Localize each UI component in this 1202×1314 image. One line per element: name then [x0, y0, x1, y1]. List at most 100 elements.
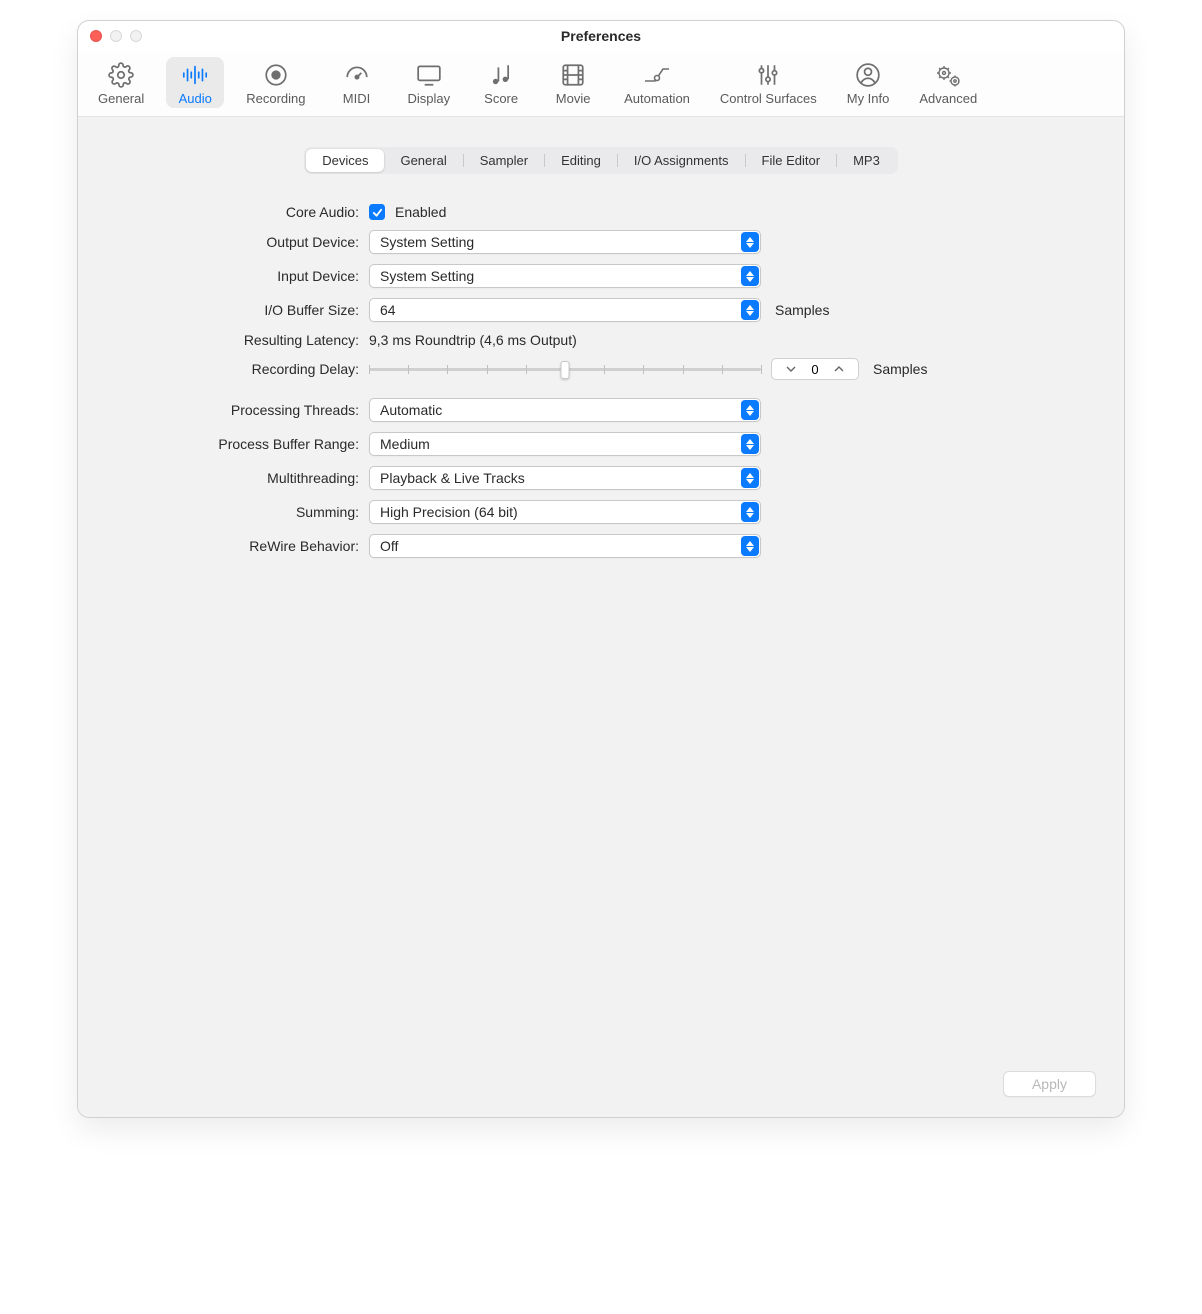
gears-icon	[934, 61, 962, 89]
toolbar-label: MIDI	[343, 91, 370, 106]
toolbar-item-midi[interactable]: MIDI	[328, 57, 386, 108]
label-latency: Resulting Latency:	[141, 332, 359, 348]
toolbar-item-display[interactable]: Display	[400, 57, 459, 108]
tab-general[interactable]: General	[384, 149, 462, 172]
toolbar-label: Audio	[179, 91, 212, 106]
row-processing-threads: Processing Threads: Automatic	[141, 398, 1061, 422]
checkbox-core-audio-enabled[interactable]	[369, 204, 385, 220]
popup-value: System Setting	[380, 268, 474, 284]
row-io-buffer: I/O Buffer Size: 64 Samples	[141, 298, 1061, 322]
tab-io-assignments[interactable]: I/O Assignments	[618, 149, 745, 172]
segmented-control: Devices General Sampler Editing I/O Assi…	[304, 147, 898, 174]
popup-value: Automatic	[380, 402, 442, 418]
popup-value: Medium	[380, 436, 430, 452]
popup-proc-threads[interactable]: Automatic	[369, 398, 761, 422]
toolbar-item-recording[interactable]: Recording	[238, 57, 313, 108]
score-notes-icon	[487, 61, 515, 89]
popup-arrows-icon	[741, 300, 759, 320]
toolbar-item-control-surfaces[interactable]: Control Surfaces	[712, 57, 825, 108]
stepper-value: 0	[802, 362, 828, 377]
popup-multithreading[interactable]: Playback & Live Tracks	[369, 466, 761, 490]
person-icon	[854, 61, 882, 89]
stepper-recording-delay[interactable]: 0	[771, 358, 859, 380]
record-icon	[262, 61, 290, 89]
popup-output-device[interactable]: System Setting	[369, 230, 761, 254]
devices-form: Core Audio: Enabled Output Device: Syste…	[141, 204, 1061, 558]
popup-arrows-icon	[741, 232, 759, 252]
toolbar-item-my-info[interactable]: My Info	[839, 57, 898, 108]
toolbar-item-automation[interactable]: Automation	[616, 57, 698, 108]
sliders-icon	[754, 61, 782, 89]
popup-arrows-icon	[741, 468, 759, 488]
popup-value: High Precision (64 bit)	[380, 504, 518, 520]
toolbar-label: General	[98, 91, 144, 106]
row-core-audio: Core Audio: Enabled	[141, 204, 1061, 220]
label-io-buffer: I/O Buffer Size:	[141, 302, 359, 318]
popup-value: System Setting	[380, 234, 474, 250]
popup-arrows-icon	[741, 266, 759, 286]
row-summing: Summing: High Precision (64 bit)	[141, 500, 1061, 524]
popup-arrows-icon	[741, 434, 759, 454]
toolbar-item-general[interactable]: General	[90, 57, 152, 108]
row-output-device: Output Device: System Setting	[141, 230, 1061, 254]
popup-proc-buffer[interactable]: Medium	[369, 432, 761, 456]
toolbar-item-movie[interactable]: Movie	[544, 57, 602, 108]
chevron-down-icon[interactable]	[780, 358, 802, 380]
latency-value: 9,3 ms Roundtrip (4,6 ms Output)	[369, 332, 577, 348]
popup-input-device[interactable]: System Setting	[369, 264, 761, 288]
label-input-device: Input Device:	[141, 268, 359, 284]
film-icon	[559, 61, 587, 89]
popup-arrows-icon	[741, 536, 759, 556]
midi-gauge-icon	[343, 61, 371, 89]
toolbar-label: Score	[484, 91, 518, 106]
tab-editing[interactable]: Editing	[545, 149, 617, 172]
checkbox-label: Enabled	[395, 204, 446, 220]
display-icon	[415, 61, 443, 89]
automation-node-icon	[643, 61, 671, 89]
titlebar: Preferences	[78, 21, 1124, 51]
toolbar-label: Automation	[624, 91, 690, 106]
popup-rewire[interactable]: Off	[369, 534, 761, 558]
chevron-up-icon[interactable]	[828, 358, 850, 380]
toolbar-label: Advanced	[919, 91, 977, 106]
row-proc-buffer: Process Buffer Range: Medium	[141, 432, 1061, 456]
preferences-window: Preferences General Audio Recording	[77, 20, 1125, 1118]
toolbar-item-advanced[interactable]: Advanced	[911, 57, 985, 108]
tab-bar: Devices General Sampler Editing I/O Assi…	[98, 147, 1104, 174]
toolbar: General Audio Recording MIDI	[78, 51, 1124, 117]
tab-mp3[interactable]: MP3	[837, 149, 896, 172]
toolbar-label: Display	[408, 91, 451, 106]
window-title: Preferences	[78, 28, 1124, 44]
label-multithreading: Multithreading:	[141, 470, 359, 486]
label-proc-threads: Processing Threads:	[141, 402, 359, 418]
suffix-samples: Samples	[775, 302, 829, 318]
label-proc-buffer: Process Buffer Range:	[141, 436, 359, 452]
label-core-audio: Core Audio:	[141, 204, 359, 220]
tab-devices[interactable]: Devices	[306, 149, 384, 172]
tab-file-editor[interactable]: File Editor	[746, 149, 837, 172]
audio-wave-icon	[181, 61, 209, 89]
row-multithreading: Multithreading: Playback & Live Tracks	[141, 466, 1061, 490]
row-input-device: Input Device: System Setting	[141, 264, 1061, 288]
toolbar-label: My Info	[847, 91, 890, 106]
popup-summing[interactable]: High Precision (64 bit)	[369, 500, 761, 524]
gear-icon	[107, 61, 135, 89]
toolbar-item-score[interactable]: Score	[472, 57, 530, 108]
slider-recording-delay[interactable]	[369, 359, 761, 379]
label-rewire: ReWire Behavior:	[141, 538, 359, 554]
popup-value: 64	[380, 302, 396, 318]
apply-button[interactable]: Apply	[1003, 1071, 1096, 1097]
toolbar-label: Recording	[246, 91, 305, 106]
content-area: Devices General Sampler Editing I/O Assi…	[78, 117, 1124, 1117]
row-recording-delay: Recording Delay:	[141, 358, 1061, 380]
suffix-samples: Samples	[873, 361, 927, 377]
popup-value: Off	[380, 538, 398, 554]
tab-sampler[interactable]: Sampler	[464, 149, 544, 172]
toolbar-item-audio[interactable]: Audio	[166, 57, 224, 108]
row-latency: Resulting Latency: 9,3 ms Roundtrip (4,6…	[141, 332, 1061, 348]
popup-io-buffer[interactable]: 64	[369, 298, 761, 322]
popup-arrows-icon	[741, 502, 759, 522]
label-summing: Summing:	[141, 504, 359, 520]
popup-arrows-icon	[741, 400, 759, 420]
label-output-device: Output Device:	[141, 234, 359, 250]
